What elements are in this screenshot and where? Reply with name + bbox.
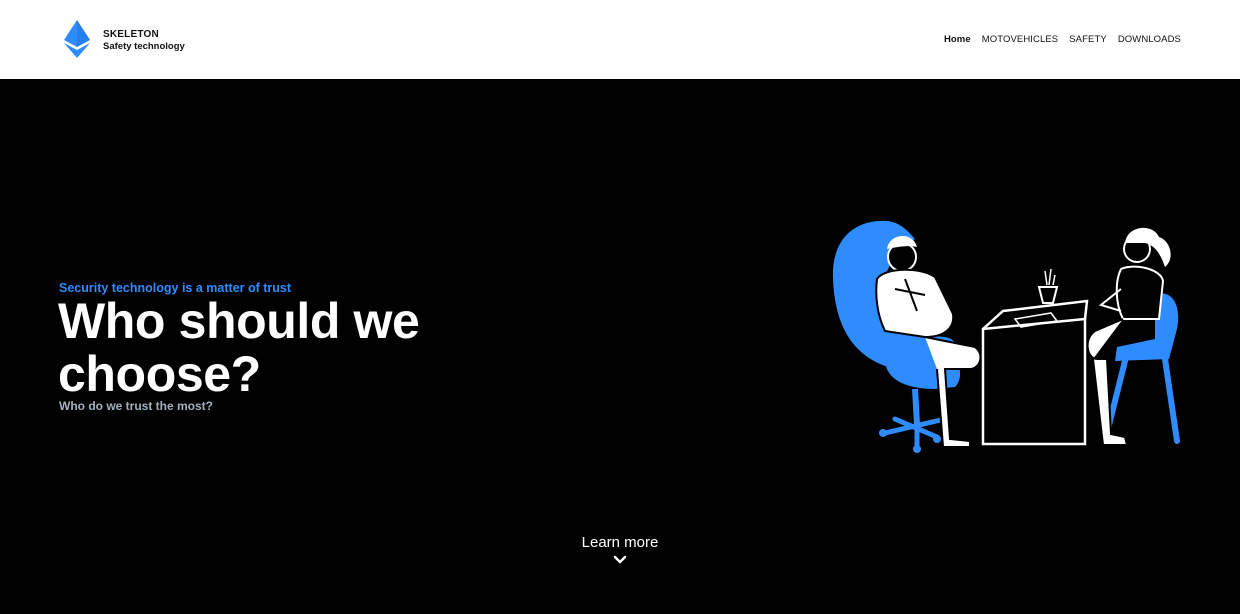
brand[interactable]: SKELETON Safety technology: [103, 29, 185, 53]
hero-section: Security technology is a matter of trust…: [0, 79, 1240, 614]
learn-more-label: Learn more: [581, 534, 659, 551]
nav-item-safety[interactable]: SAFETY: [1069, 34, 1107, 45]
brand-name: SKELETON: [103, 29, 159, 40]
nav-item-downloads[interactable]: DOWNLOADS: [1118, 34, 1181, 45]
site-header: SKELETON Safety technology Home MOTOVEHI…: [0, 0, 1240, 79]
main-nav: Home MOTOVEHICLES SAFETY DOWNLOADS: [944, 34, 1181, 45]
nav-item-motovehicles[interactable]: MOTOVEHICLES: [982, 34, 1059, 45]
diamond-logo-icon[interactable]: [64, 20, 90, 58]
nav-item-home[interactable]: Home: [944, 34, 971, 45]
brand-tagline: Safety technology: [103, 41, 185, 52]
hero-subline: Who do we trust the most?: [59, 399, 213, 413]
chevron-down-icon: [613, 555, 627, 564]
hero-headline: Who should we choose?: [58, 293, 420, 402]
consultation-illustration: [832, 220, 1180, 453]
learn-more-link[interactable]: Learn more: [560, 534, 680, 564]
